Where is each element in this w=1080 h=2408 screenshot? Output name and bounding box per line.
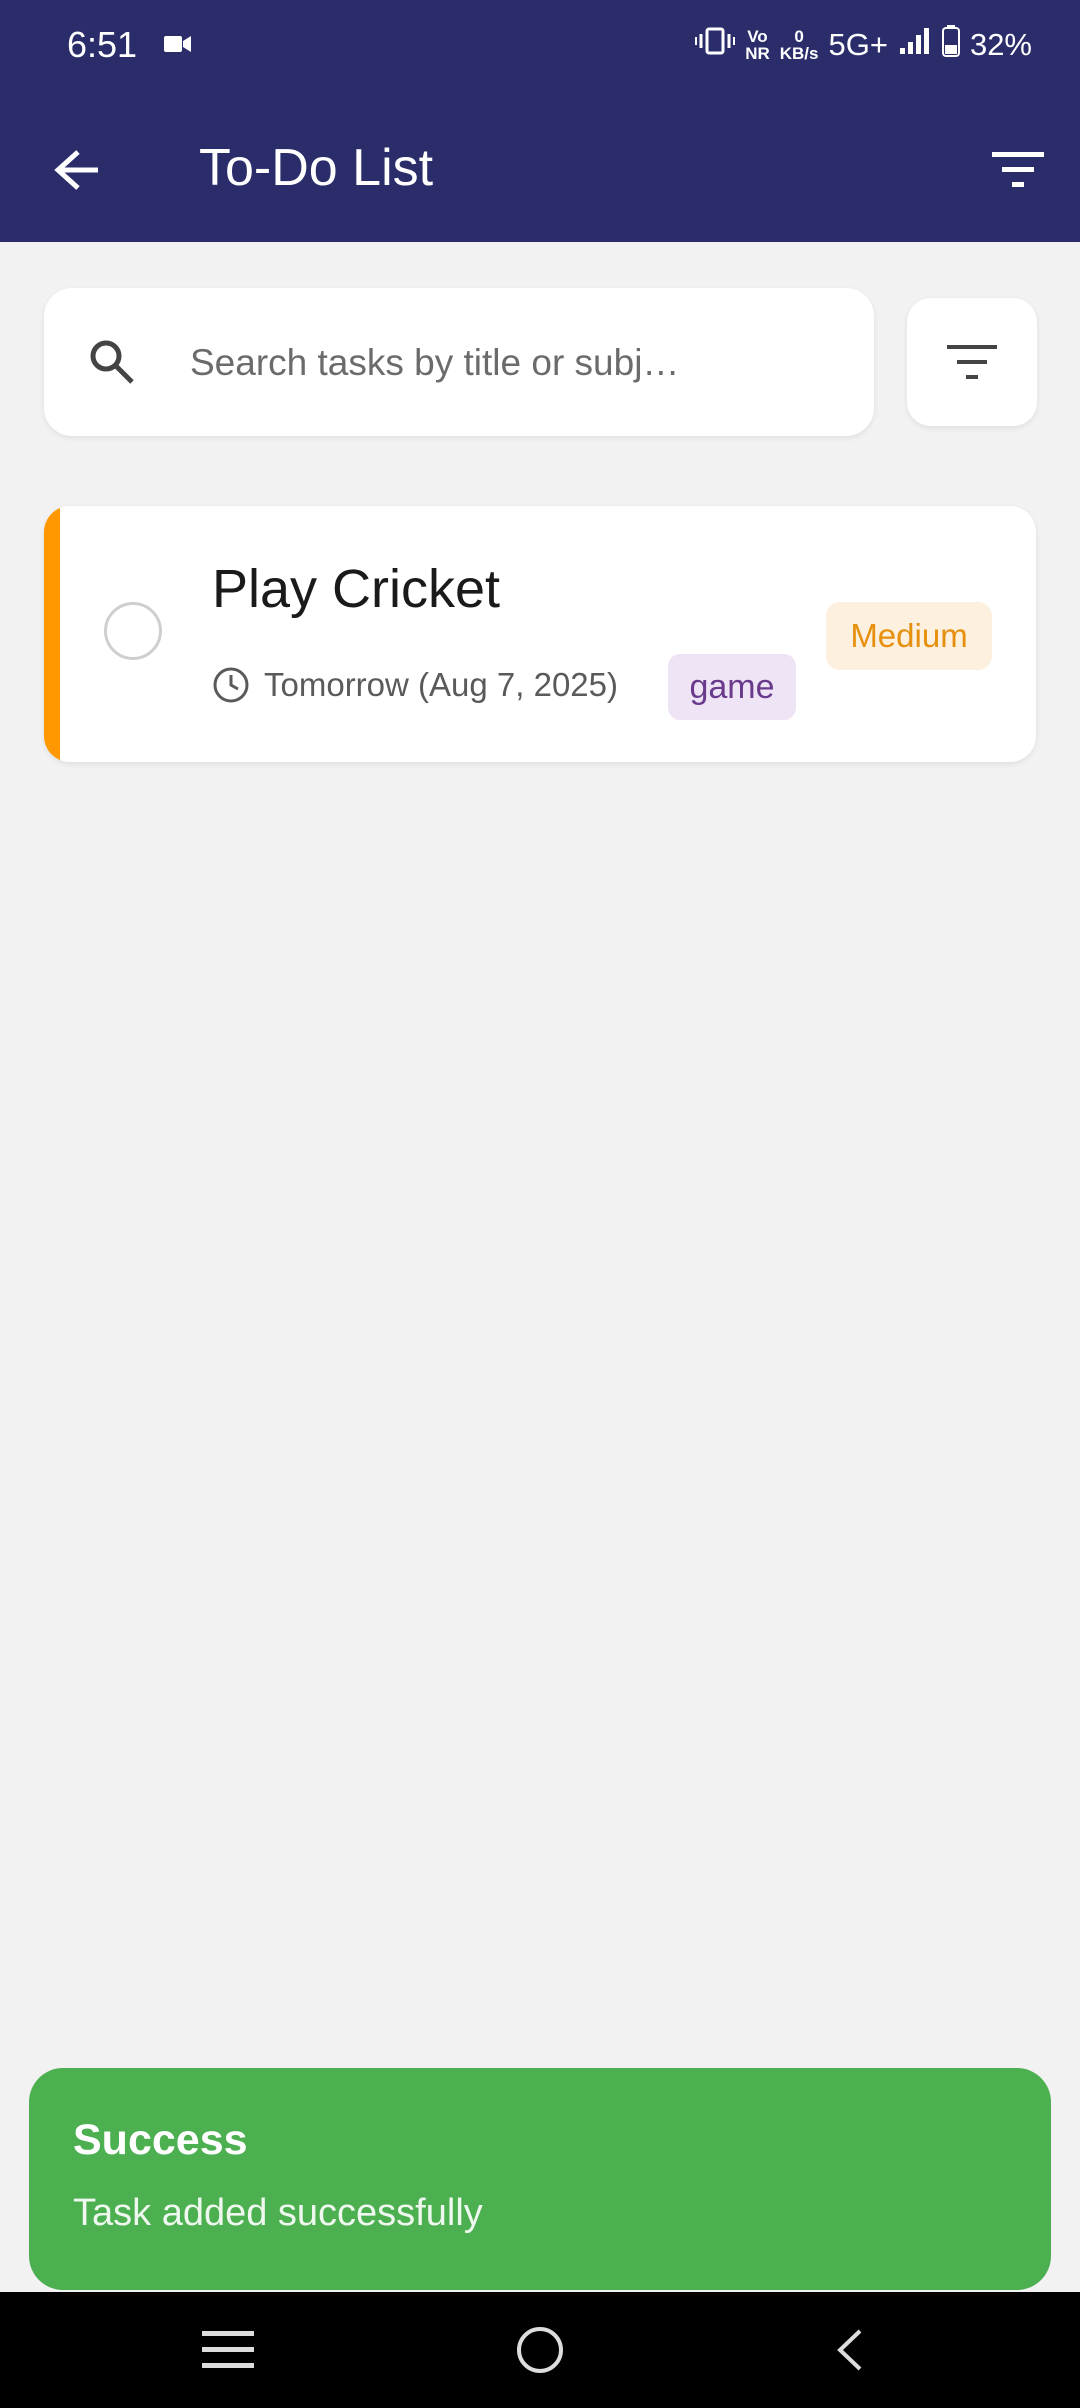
back-icon	[837, 2329, 862, 2371]
sort-filter-button[interactable]	[980, 132, 1056, 208]
filter-button[interactable]	[907, 298, 1037, 426]
volte-indicator: Vo NR	[745, 28, 770, 62]
recent-apps-button[interactable]	[168, 2312, 288, 2388]
task-due-date: Tomorrow (Aug 7, 2025)	[212, 666, 618, 704]
vibrate-icon	[695, 26, 736, 64]
status-indicators: Vo NR 0 KB/s 5G+ 32%	[695, 20, 1032, 70]
home-icon	[517, 2327, 563, 2373]
page-title: To-Do List	[199, 139, 434, 197]
task-tag: game	[668, 654, 796, 720]
arrow-left-icon	[54, 150, 98, 190]
back-button[interactable]	[40, 132, 116, 208]
status-bar: 6:51 Vo NR 0 KB/s 5G+ 32%	[0, 0, 1080, 90]
video-camera-icon	[164, 34, 192, 54]
search-bar[interactable]	[44, 288, 874, 436]
network-type: 5G+	[828, 27, 888, 62]
signal-icon	[898, 26, 932, 64]
task-title: Play Cricket	[212, 559, 501, 619]
app-bar: To-Do List	[0, 90, 1080, 242]
system-nav-bar	[0, 2292, 1080, 2408]
toast-message: Task added successfully	[73, 2192, 483, 2234]
search-input[interactable]	[188, 316, 792, 410]
menu-icon	[202, 2331, 254, 2368]
task-complete-checkbox[interactable]	[104, 602, 162, 660]
toast-title: Success	[73, 2116, 248, 2164]
filter-list-icon	[947, 345, 997, 379]
priority-accent-bar	[44, 506, 60, 762]
priority-badge: Medium	[826, 602, 992, 670]
search-icon	[86, 336, 138, 388]
task-due-text: Tomorrow (Aug 7, 2025)	[264, 666, 618, 703]
battery-level: 32%	[969, 27, 1032, 62]
network-speed: 0 KB/s	[780, 28, 819, 62]
volte-bottom: NR	[745, 44, 770, 63]
status-time: 6:51	[67, 24, 138, 65]
filter-list-icon	[992, 152, 1044, 187]
home-button[interactable]	[480, 2312, 600, 2388]
system-back-button[interactable]	[790, 2312, 910, 2388]
task-card[interactable]: Play Cricket Tomorrow (Aug 7, 2025) game…	[44, 506, 1036, 762]
speed-unit: KB/s	[779, 44, 819, 63]
clock-icon	[213, 667, 249, 703]
battery-icon	[941, 25, 960, 65]
success-toast: Success Task added successfully	[29, 2068, 1051, 2290]
